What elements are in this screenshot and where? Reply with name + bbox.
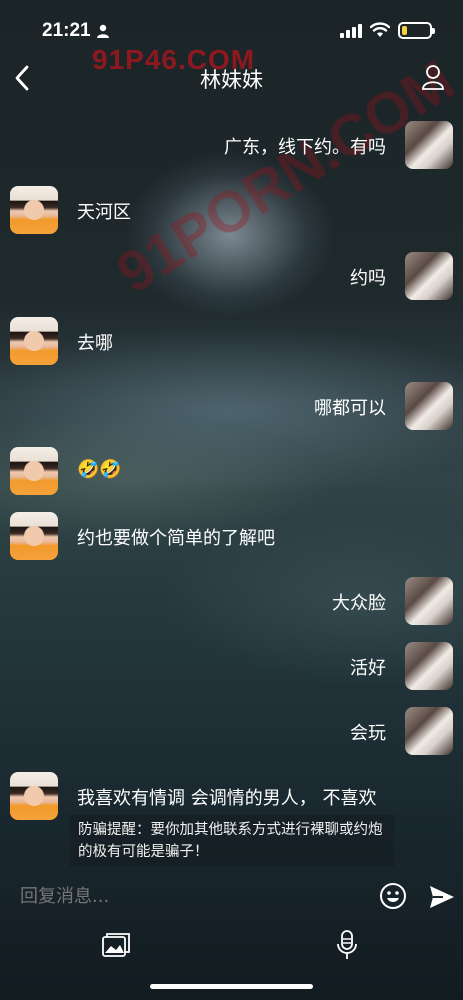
microphone-icon[interactable]	[336, 930, 358, 960]
contact-avatar[interactable]	[10, 186, 58, 234]
my-avatar[interactable]	[405, 707, 453, 755]
my-avatar[interactable]	[405, 121, 453, 169]
bottom-toolbar	[0, 926, 463, 976]
wifi-icon	[370, 22, 390, 37]
sent-message-text: 大众脸	[332, 593, 386, 614]
home-indicator	[150, 984, 313, 989]
contact-avatar[interactable]	[10, 772, 58, 820]
photo-icon[interactable]	[102, 932, 130, 958]
sent-message-text: 广东，线下约。有吗	[224, 137, 386, 158]
chat-header: 林妹妹	[0, 56, 463, 102]
sent-message-text: 活好	[350, 658, 386, 679]
my-avatar[interactable]	[405, 642, 453, 690]
sent-message-text: 约吗	[350, 268, 386, 289]
send-icon[interactable]	[428, 884, 456, 910]
anti-fraud-warning: 防骗提醒：要你加其他联系方式进行裸聊或约炮的极有可能是骗子！	[70, 815, 394, 867]
received-message-text: 天河区	[77, 202, 131, 223]
contact-avatar[interactable]	[10, 317, 58, 365]
contact-avatar[interactable]	[10, 447, 58, 495]
smiley-icon[interactable]	[379, 882, 407, 910]
reply-bar	[0, 862, 463, 934]
received-message-text: 我喜欢有情调 会调情的男人， 不喜欢	[77, 788, 377, 809]
sent-message-text: 会玩	[350, 723, 386, 744]
my-avatar[interactable]	[405, 252, 453, 300]
my-avatar[interactable]	[405, 577, 453, 625]
battery-icon	[398, 22, 435, 39]
received-message-text: 约也要做个简单的了解吧	[77, 528, 275, 549]
person-icon[interactable]	[421, 64, 445, 90]
sent-message-text: 哪都可以	[314, 398, 386, 419]
battery-level	[402, 26, 407, 35]
received-message-text: 去哪	[77, 333, 113, 354]
chat-title: 林妹妹	[200, 68, 263, 92]
contact-avatar[interactable]	[10, 512, 58, 560]
reply-input[interactable]	[20, 886, 340, 907]
my-avatar[interactable]	[405, 382, 453, 430]
received-message-text: 🤣🤣	[77, 459, 122, 480]
person-status-icon	[97, 24, 109, 38]
status-time: 21:21	[42, 20, 91, 41]
cellular-signal-icon	[340, 24, 362, 38]
